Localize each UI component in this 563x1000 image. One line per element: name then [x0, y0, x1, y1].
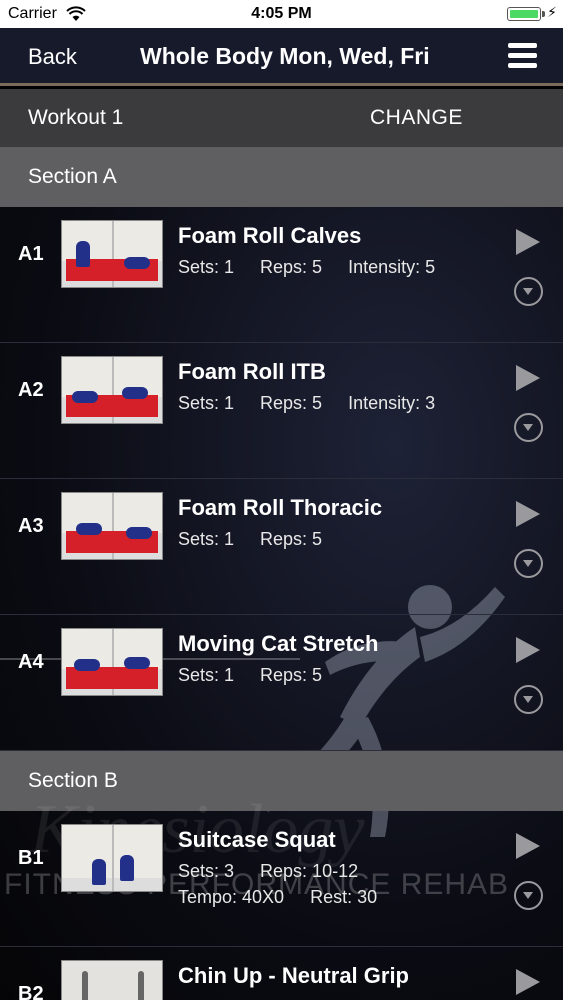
sets-value: Sets: 1: [178, 665, 235, 685]
reps-value: Reps: 5: [260, 257, 323, 277]
sets-value: Sets: 1: [178, 393, 235, 413]
exercise-thumbnail[interactable]: [61, 220, 163, 288]
section-header: Section A: [0, 147, 563, 207]
play-icon[interactable]: [516, 229, 540, 255]
exercise-row[interactable]: A2 Foam Roll ITB Sets: 1 Reps: 5 Intensity…: [0, 343, 563, 479]
reps-value: Reps: 5: [260, 393, 323, 413]
intensity-value: Intensity: 5: [348, 257, 436, 277]
charging-icon: ⚡: [547, 4, 557, 20]
battery-tip: [542, 11, 545, 17]
chevron-down-circle-icon[interactable]: [514, 881, 543, 910]
exercise-row[interactable]: A3 Foam Roll Thoracic Sets: 1 Reps: 5: [0, 479, 563, 615]
exercise-thumbnail[interactable]: [61, 492, 163, 560]
sets-value: Sets: 1: [178, 529, 235, 549]
workout-bar: Workout 1 CHANGE: [0, 89, 563, 147]
exercise-code: A4: [18, 651, 44, 673]
intensity-value: Intensity: 3: [348, 393, 436, 413]
exercise-row[interactable]: A4 Moving Cat Stretch Sets: 1 Reps: 5: [0, 615, 563, 751]
exercise-stats-secondary: Tempo: 40X0 Rest: 30: [178, 887, 403, 908]
exercise-code: A1: [18, 243, 44, 265]
chevron-down-circle-icon[interactable]: [514, 549, 543, 578]
chevron-down-circle-icon[interactable]: [514, 413, 543, 442]
chevron-down-circle-icon[interactable]: [514, 685, 543, 714]
section-label: Section A: [28, 165, 117, 188]
exercise-name: Foam Roll ITB: [178, 359, 326, 384]
exercise-stats: Sets: 3 Reps: 10-12: [178, 861, 384, 882]
play-icon[interactable]: [516, 969, 540, 995]
exercise-row[interactable]: B2 Chin Up - Neutral Grip: [0, 947, 563, 1000]
play-icon[interactable]: [516, 833, 540, 859]
exercise-thumbnail[interactable]: [61, 824, 163, 892]
page-title: Whole Body Mon, Wed, Fri: [140, 43, 430, 69]
exercise-code: B1: [18, 847, 44, 869]
exercise-stats: Sets: 1 Reps: 5 Intensity: 5: [178, 257, 461, 278]
sets-value: Sets: 1: [178, 257, 235, 277]
rest-value: Rest: 30: [310, 887, 378, 907]
play-icon[interactable]: [516, 637, 540, 663]
hamburger-icon[interactable]: [508, 43, 537, 69]
exercise-stats: Sets: 1 Reps: 5: [178, 665, 348, 686]
battery-icon: [507, 7, 541, 21]
exercise-name: Foam Roll Calves: [178, 223, 362, 248]
exercise-name: Foam Roll Thoracic: [178, 495, 383, 520]
play-icon[interactable]: [516, 365, 540, 391]
sets-value: Sets: 3: [178, 861, 235, 881]
exercise-row[interactable]: B1 Suitcase Squat Sets: 3 Reps: 10-12 Tem…: [0, 811, 563, 947]
exercise-name: Suitcase Squat: [178, 827, 336, 852]
exercise-stats: Sets: 1 Reps: 5: [178, 529, 348, 550]
exercise-name: Moving Cat Stretch: [178, 631, 379, 656]
exercise-row[interactable]: A1 Foam Roll Calves Sets: 1 Reps: 5 Intens…: [0, 207, 563, 343]
reps-value: Reps: 5: [260, 665, 323, 685]
status-bar: Carrier 4:05 PM ⚡: [0, 0, 563, 28]
play-icon[interactable]: [516, 501, 540, 527]
tempo-value: Tempo: 40X0: [178, 887, 285, 907]
workout-label: Workout 1: [28, 106, 124, 129]
reps-value: Reps: 10-12: [260, 861, 359, 881]
back-button[interactable]: Back: [28, 44, 77, 70]
chevron-down-circle-icon[interactable]: [514, 277, 543, 306]
exercise-thumbnail[interactable]: [61, 960, 163, 1000]
navigation-bar: Back Whole Body Mon, Wed, Fri: [0, 28, 563, 86]
exercise-thumbnail[interactable]: [61, 356, 163, 424]
exercise-code: A3: [18, 515, 44, 537]
exercise-thumbnail[interactable]: [61, 628, 163, 696]
status-time: 4:05 PM: [251, 5, 312, 22]
exercise-code: A2: [18, 379, 44, 401]
exercise-stats: Sets: 1 Reps: 5 Intensity: 3: [178, 393, 461, 414]
exercise-name: Chin Up - Neutral Grip: [178, 963, 409, 988]
reps-value: Reps: 5: [260, 529, 323, 549]
change-button[interactable]: CHANGE: [370, 106, 463, 130]
exercise-code: B2: [18, 983, 44, 1000]
